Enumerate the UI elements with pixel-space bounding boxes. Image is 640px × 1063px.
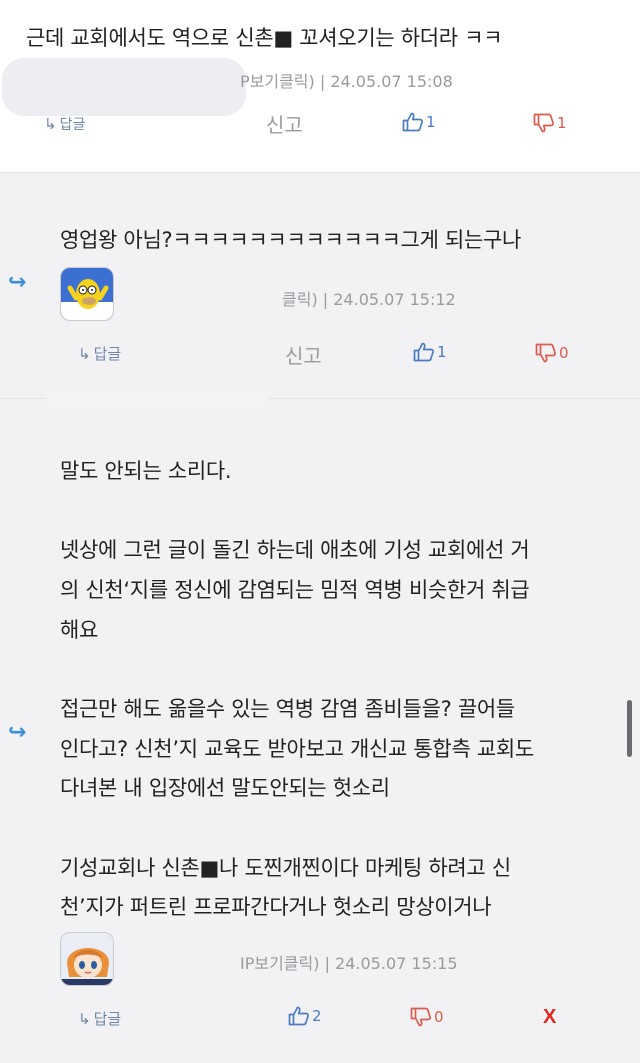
downvote-button[interactable]: 0	[410, 1007, 444, 1027]
upvote-button[interactable]: 1	[402, 112, 436, 132]
avatar[interactable]	[60, 932, 114, 986]
thumbs-up-icon	[413, 342, 434, 362]
comment-2-text: 영업왕 아님?ㅋㅋㅋㅋㅋㅋㅋㅋㅋㅋㅋㅋ그게 되는구나	[60, 228, 522, 252]
reply-button[interactable]: ↳ 답글	[78, 1008, 121, 1029]
report-button[interactable]: 신고	[266, 109, 303, 138]
reply-label: 답글	[93, 345, 122, 363]
reply-arrow-icon: ↳	[78, 1009, 91, 1028]
thumbs-up-icon	[402, 112, 423, 132]
comment-1-actions: ↳ 답글 신고 1 1	[0, 106, 640, 142]
upvote-count: 1	[437, 343, 447, 361]
thumbs-down-icon	[535, 343, 556, 363]
thumbs-down-icon	[533, 113, 554, 133]
delete-button[interactable]: X	[543, 1006, 556, 1029]
comment-2-meta: 클릭) | 24.05.07 15:12	[282, 290, 456, 309]
comment-3-line-4: 의 신천‘지를 정신에 감염되는 밈적 역병 비슷한거 취급	[60, 578, 530, 602]
downvote-count: 0	[434, 1008, 444, 1026]
reply-arrow-icon: ↳	[44, 115, 57, 133]
comment-3-line-7: 접근만 해도 옮을수 있는 역병 감염 좀비들을? 끌어들	[60, 697, 515, 721]
upvote-button[interactable]: 1	[413, 342, 447, 362]
scrollbar[interactable]	[627, 700, 632, 757]
comment-3-line-9: 다녀본 내 입장에선 말도안되는 헛소리	[60, 776, 390, 800]
reply-label: 답글	[59, 117, 86, 133]
upvote-count: 1	[426, 113, 436, 131]
comment-1-meta: P보기클릭) | 24.05.07 15:08	[240, 72, 453, 91]
divider	[0, 172, 640, 173]
downvote-button[interactable]: 1	[533, 113, 567, 133]
comment-3-line-1: 말도 안되는 소리다.	[60, 459, 232, 483]
reply-label: 답글	[93, 1010, 122, 1028]
reply-indent-arrow-icon: ↪	[8, 720, 27, 745]
report-button[interactable]: 신고	[285, 340, 322, 369]
downvote-count: 1	[557, 114, 567, 132]
reply-button[interactable]: ↳ 답글	[44, 114, 85, 134]
downvote-count: 0	[559, 344, 569, 362]
comment-3-line-12: 천’지가 퍼트린 프로파간다거나 헛소리 망상이거나	[60, 895, 492, 919]
upvote-button[interactable]: 2	[288, 1006, 322, 1026]
thumbs-up-icon	[288, 1006, 309, 1026]
avatar[interactable]	[60, 267, 114, 321]
redacted-overlay	[46, 388, 268, 414]
comment-3-meta: IP보기클릭) | 24.05.07 15:15	[240, 954, 458, 973]
comment-3-line-8: 인다고? 신천’지 교육도 받아보고 개신교 통합측 교회도	[60, 737, 534, 761]
reply-indent-arrow-icon: ↪	[8, 270, 27, 295]
comment-3-line-3: 넷상에 그런 글이 돌긴 하는데 애초에 기성 교회에선 거	[60, 538, 530, 562]
comment-3-line-5: 해요	[60, 618, 99, 642]
comment-2-actions: ↳ 답글 신고 1 0	[0, 336, 640, 372]
reply-arrow-icon: ↳	[78, 344, 91, 363]
comment-3-line-11: 기성교회나 신촌■나 도찐개찐이다 마케팅 하려고 신	[60, 856, 511, 880]
downvote-button[interactable]: 0	[535, 343, 569, 363]
comment-1-text: 근데 교회에서도 역으로 신촌■ 꼬셔오기는 하더라 ㅋㅋ	[26, 26, 503, 50]
upvote-count: 2	[312, 1007, 322, 1025]
reply-button[interactable]: ↳ 답글	[78, 343, 121, 364]
thumbs-down-icon	[410, 1007, 431, 1027]
